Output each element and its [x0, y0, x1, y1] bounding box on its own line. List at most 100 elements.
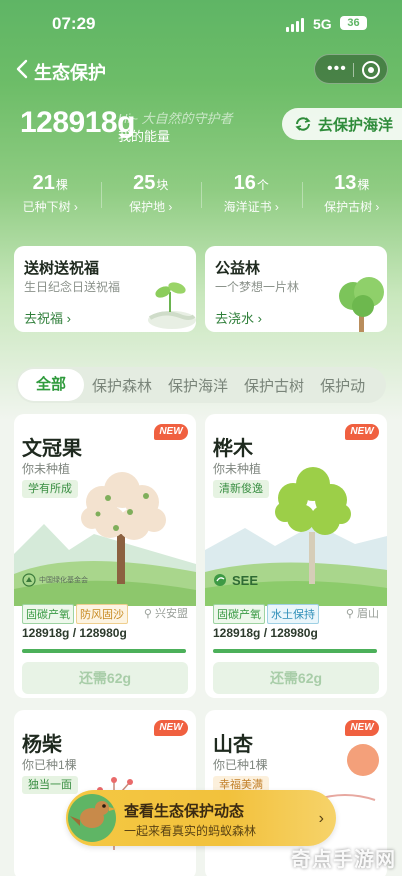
back-arrow-icon[interactable]: [14, 58, 32, 80]
tab-all[interactable]: 全部: [18, 369, 85, 401]
tree-tag: 清新俊逸: [213, 480, 269, 498]
progress-separator: /: [263, 626, 268, 640]
promo-title: 公益林: [215, 260, 261, 277]
required-energy: 128980g: [270, 626, 318, 640]
new-badge: NEW: [154, 720, 188, 736]
energy-progress-text: 128918g / 128980g: [213, 626, 318, 640]
energy-progress-bar: [213, 649, 377, 653]
stat-label: 保护地: [129, 200, 166, 214]
stat-ocean-cert[interactable]: 16个 海洋证书 ›: [201, 172, 302, 220]
progress-separator: /: [72, 626, 77, 640]
nav-bar: 生态保护 •••: [0, 52, 402, 88]
chevron-right-icon: ›: [318, 810, 324, 827]
tree-plant-status: 你未种植: [213, 462, 262, 476]
current-energy: 128918g: [213, 626, 261, 640]
signal-icon: [286, 18, 304, 32]
page-title: 生态保护: [34, 63, 106, 83]
feature-tag: 固碳产氧: [213, 604, 265, 624]
mini-program-capsule: •••: [314, 54, 388, 84]
org-name: 中国绿化基金会: [39, 577, 88, 584]
feature-tag: 水土保持: [267, 604, 319, 624]
stat-unit: 棵: [55, 178, 68, 192]
promo-public-forest[interactable]: 公益林 一个梦想一片林 去浇水 ›: [205, 246, 387, 332]
protect-ocean-button[interactable]: 去保护海洋: [282, 108, 402, 140]
tree-name: 文冠果: [22, 438, 82, 460]
promo-gift-tree[interactable]: 送树送祝福 生日纪念日送祝福 去祝福 ›: [14, 246, 196, 332]
eco-news-banner[interactable]: 查看生态保护动态 一起来看真实的蚂蚁森林 ›: [66, 790, 336, 846]
tree-illustration: [339, 277, 384, 332]
tab-ocean[interactable]: 保护海洋: [160, 375, 236, 396]
plant-button[interactable]: 还需62g: [22, 662, 188, 694]
stat-value: 21: [32, 172, 55, 194]
stats-row: 21棵 已种下树 › 25块 保护地 › 16个 海洋证书 › 13棵 保护古树…: [0, 172, 402, 220]
tree-name: 桦木: [213, 438, 253, 460]
refresh-icon: [295, 117, 311, 131]
promo-action[interactable]: 去祝福: [24, 311, 63, 326]
energy-greeting: Hi~ 大自然的守护者: [118, 111, 233, 126]
promo-title: 送树送祝福: [24, 260, 100, 277]
tree-tag: 学有所成: [22, 480, 78, 498]
tab-animal[interactable]: 保护动: [312, 375, 373, 396]
tree-plant-status: 你未种植: [22, 462, 71, 476]
tab-forest[interactable]: 保护森林: [84, 375, 160, 396]
stat-value: 13: [334, 172, 357, 194]
battery-icon: 36: [340, 16, 367, 30]
stat-unit: 棵: [357, 178, 370, 192]
stat-unit: 块: [156, 178, 169, 192]
feature-tags: 固碳产氧 防风固沙: [22, 604, 128, 624]
promo-action[interactable]: 去浇水: [215, 311, 254, 326]
required-energy: 128980g: [79, 626, 127, 640]
location-name: 眉山: [357, 608, 379, 620]
energy-progress-bar: [22, 649, 186, 653]
org-logo: 中国绿化基金会: [22, 572, 88, 588]
org-logo: SEE: [213, 572, 258, 588]
stat-value: 25: [133, 172, 156, 194]
tree-card-huamu[interactable]: 桦木 你未种植 清新俊逸 NEW SEE 固碳产氧 水土保持 ⚲ 眉山 1289…: [205, 414, 387, 698]
stat-label: 已种下树: [22, 200, 71, 214]
energy-label: 我的能量: [118, 129, 171, 144]
category-tabs: 全部 保护森林 保护海洋 保护古树 保护动: [16, 367, 386, 403]
tree-plant-status: 你已种1棵: [213, 758, 268, 772]
more-icon[interactable]: •••: [327, 61, 347, 77]
stat-value: 16: [233, 172, 256, 194]
banner-title: 查看生态保护动态: [124, 803, 245, 820]
promo-subtitle: 生日纪念日送祝福: [24, 280, 121, 294]
feature-tag: 固碳产氧: [22, 604, 74, 624]
watermark: 奇点手游网: [291, 849, 396, 871]
network-type: 5G: [313, 16, 332, 32]
foundation-logo-icon: [22, 573, 36, 587]
stat-ancient-trees[interactable]: 13棵 保护古树 ›: [301, 172, 402, 220]
tree-name: 山杏: [213, 734, 253, 756]
protect-ocean-label: 去保护海洋: [318, 116, 394, 134]
banner-subtitle: 一起来看真实的蚂蚁森林: [124, 824, 257, 838]
capsule-divider: [353, 63, 354, 77]
stat-unit: 个: [256, 178, 269, 192]
tree-name: 杨柴: [22, 734, 62, 756]
new-badge: NEW: [154, 424, 188, 440]
plant-button[interactable]: 还需62g: [213, 662, 379, 694]
current-energy: 128918g: [22, 626, 70, 640]
location-name: 兴安盟: [155, 608, 188, 620]
stat-land[interactable]: 25块 保护地 ›: [100, 172, 202, 220]
tab-ancient-tree[interactable]: 保护古树: [236, 375, 312, 396]
status-bar: 07:29 5G 36: [0, 0, 402, 48]
hand-sprout-icon: [148, 282, 196, 329]
status-time: 07:29: [52, 14, 96, 33]
stat-label: 保护古树: [324, 200, 373, 214]
bird-icon: [68, 794, 116, 842]
stat-label: 海洋证书: [223, 200, 272, 214]
energy-panel: 128918g Hi~ 大自然的守护者 我的能量: [20, 106, 232, 144]
stat-trees[interactable]: 21棵 已种下树 ›: [0, 172, 101, 220]
close-target-icon[interactable]: [362, 61, 380, 79]
promo-subtitle: 一个梦想一片林: [215, 280, 300, 294]
tree-card-wenguanguo[interactable]: 文冠果 你未种植 学有所成 NEW 中国绿化基金会 固碳产氧 防风固沙 ⚲ 兴安…: [14, 414, 196, 698]
energy-progress-text: 128918g / 128980g: [22, 626, 127, 640]
location: ⚲ 兴安盟: [143, 608, 188, 620]
org-name: SEE: [232, 572, 259, 588]
new-badge: NEW: [345, 720, 379, 736]
feature-tags: 固碳产氧 水土保持: [213, 604, 319, 624]
tree-plant-status: 你已种1棵: [22, 758, 77, 772]
feature-tag: 防风固沙: [76, 604, 128, 624]
location: ⚲ 眉山: [345, 608, 379, 620]
see-logo-icon: [214, 574, 226, 586]
